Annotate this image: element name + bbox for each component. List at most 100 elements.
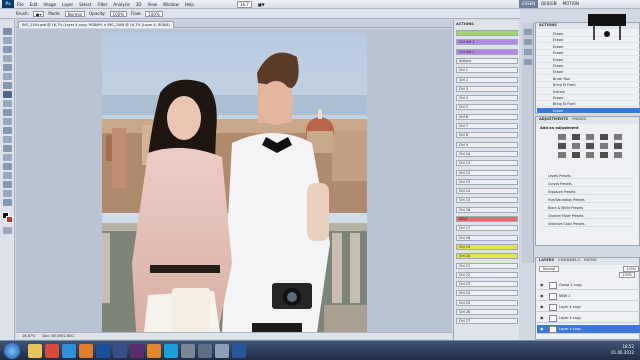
menu-filter[interactable]: Filter	[97, 2, 107, 7]
menu-view[interactable]: View	[148, 2, 158, 7]
blend-mode-select[interactable]: Normal	[539, 266, 560, 272]
action-step[interactable]: Brush Tool	[537, 76, 640, 82]
brushes-icon[interactable]	[524, 49, 532, 55]
tab-channels[interactable]: CHANNELS	[558, 258, 580, 265]
menu-edit[interactable]: Edit	[30, 2, 38, 7]
blur-tool-icon[interactable]	[3, 136, 12, 143]
action-set-item[interactable]: Ctrl 23	[456, 281, 518, 288]
taskbar-tool3-icon[interactable]	[215, 344, 229, 358]
flow-input[interactable]: 100%	[145, 10, 163, 17]
menu-image[interactable]: Image	[43, 2, 56, 7]
canvas-area[interactable]	[16, 29, 452, 332]
action-set-item[interactable]: Ctrl 13	[456, 178, 518, 185]
action-set-item[interactable]: Ctrl 18	[456, 234, 518, 241]
visibility-eye-icon[interactable]: ◉	[540, 316, 545, 320]
layer-row[interactable]: ◉ Group 1 copy	[537, 281, 640, 290]
tab-layers[interactable]: LAYERS	[539, 258, 554, 265]
screen-mode-button[interactable]: ■▼	[258, 2, 265, 7]
gradient-tool-icon[interactable]	[3, 127, 12, 134]
action-set-item[interactable]: Ctrl 2	[456, 76, 518, 83]
brush-tool-icon[interactable]	[3, 91, 12, 98]
action-set-item[interactable]: Ctrl 5	[456, 104, 518, 111]
action-set-item[interactable]: Ctrl 26	[456, 309, 518, 315]
adjustment-preset-item[interactable]: Channel Mixer Presets	[542, 213, 634, 219]
taskbar-firefox-icon[interactable]	[79, 344, 93, 358]
shape-tool-icon[interactable]	[3, 181, 12, 188]
adjustment-preset-item[interactable]: Black & White Presets	[542, 205, 634, 211]
document-tab[interactable]: IMG_2394.psd @ 16,7% (Layer 4 copy, RGB/…	[18, 21, 174, 28]
taskbar-chrome-icon[interactable]	[45, 344, 59, 358]
menu-window[interactable]: Window	[163, 2, 179, 7]
visibility-eye-icon[interactable]: ◉	[540, 327, 545, 331]
action-set-item[interactable]: Ctrl 24	[456, 290, 518, 297]
quick-select-tool-icon[interactable]	[3, 55, 12, 62]
visibility-eye-icon[interactable]: ◉	[540, 294, 545, 298]
layer-row[interactable]: ◉ NEW 1	[537, 292, 640, 301]
swatches-icon[interactable]	[524, 59, 532, 65]
history-brush-tool-icon[interactable]	[3, 109, 12, 116]
opacity-input[interactable]: 100%	[109, 10, 128, 17]
action-set-item[interactable]: Ctrl Set 1	[456, 39, 518, 46]
lasso-tool-icon[interactable]	[3, 46, 12, 53]
action-set-item[interactable]: Ctrl 8	[456, 132, 518, 139]
taskbar-tool-icon[interactable]	[181, 344, 195, 358]
layer-row[interactable]: ◉ Layer 4 copy	[537, 303, 640, 312]
document-canvas[interactable]	[102, 33, 367, 332]
pen-tool-icon[interactable]	[3, 154, 12, 161]
action-step[interactable]: Eraser	[537, 107, 640, 114]
system-clock[interactable]: 18:52 01.06.2012	[611, 344, 634, 356]
zoom-tool-icon[interactable]	[3, 199, 12, 206]
eraser-tool-icon[interactable]	[3, 118, 12, 125]
action-set-item[interactable]: Ctrl 14	[456, 188, 518, 195]
hand-tool-icon[interactable]	[3, 190, 12, 197]
tab-adjustments[interactable]: ADJUSTMENTS	[539, 117, 568, 124]
workspace-motion[interactable]: MOTION	[560, 0, 582, 8]
adjustment-preset-item[interactable]: Curves Presets	[542, 181, 634, 187]
adjustment-icons[interactable]	[556, 133, 626, 161]
menu-select[interactable]: Select	[79, 2, 91, 7]
background-color-swatch[interactable]	[6, 216, 13, 223]
action-set-item[interactable]: Ctrl 21	[456, 262, 518, 269]
actions-icon[interactable]	[524, 39, 532, 45]
layer-row[interactable]: ◉ Layer 4 copy	[537, 325, 640, 334]
action-step[interactable]: Eraser	[537, 50, 640, 57]
action-set-item[interactable]: Ctrl 11	[456, 160, 518, 167]
action-set-item[interactable]: Actions	[456, 57, 518, 64]
action-step[interactable]: Extract	[537, 89, 640, 95]
taskbar-lightroom-icon[interactable]	[113, 344, 127, 358]
visibility-eye-icon[interactable]: ◉	[540, 283, 545, 287]
adjustment-preset-item[interactable]: Exposure Presets	[542, 189, 634, 195]
action-step[interactable]: Eraser	[537, 57, 640, 63]
taskbar-explorer-icon[interactable]	[28, 344, 42, 358]
visibility-eye-icon[interactable]: ◉	[540, 305, 545, 309]
action-set-item[interactable]: Ctrl 12	[456, 169, 518, 176]
action-set-item[interactable]: Ctrl 3	[456, 85, 518, 92]
type-tool-icon[interactable]	[3, 163, 12, 170]
path-select-tool-icon[interactable]	[3, 172, 12, 179]
move-tool-icon[interactable]	[3, 28, 12, 35]
action-set-item[interactable]: Ctrl 27	[456, 318, 518, 325]
eyedropper-tool-icon[interactable]	[3, 73, 12, 80]
mode-select[interactable]: Normal	[64, 10, 86, 17]
layer-row[interactable]: ◉ Layer 4 copy	[537, 314, 640, 323]
action-set-item[interactable]: Ctrl 16	[456, 206, 518, 213]
action-set-item[interactable]: Ctrl 6	[456, 113, 518, 120]
clone-stamp-tool-icon[interactable]	[3, 100, 12, 107]
action-set-item[interactable]	[456, 30, 518, 36]
action-step[interactable]: Bring To Front	[537, 101, 640, 108]
action-step[interactable]: Bring To Front	[537, 82, 640, 89]
workspace-essentials[interactable]: ESSEN	[519, 0, 539, 8]
layer-fill[interactable]: 100%	[619, 272, 635, 278]
action-set-item[interactable]: Ctrl Set 2	[456, 48, 518, 55]
dodge-tool-icon[interactable]	[3, 145, 12, 152]
taskbar-photoshop-icon[interactable]	[96, 344, 110, 358]
action-set-item[interactable]: Ctrl 1	[456, 67, 518, 74]
taskbar-skype-icon[interactable]	[164, 344, 178, 358]
zoom-level[interactable]: 16,7	[236, 0, 252, 8]
crop-tool-icon[interactable]	[3, 64, 12, 71]
action-set-item[interactable]: Ctrl 22	[456, 271, 518, 278]
action-set-item[interactable]: Ctrl 9	[456, 141, 518, 148]
action-set-item[interactable]: Ctrl 10	[456, 150, 518, 157]
quick-mask-icon[interactable]	[3, 227, 12, 234]
action-set-item[interactable]: Ctrl 17	[456, 225, 518, 232]
